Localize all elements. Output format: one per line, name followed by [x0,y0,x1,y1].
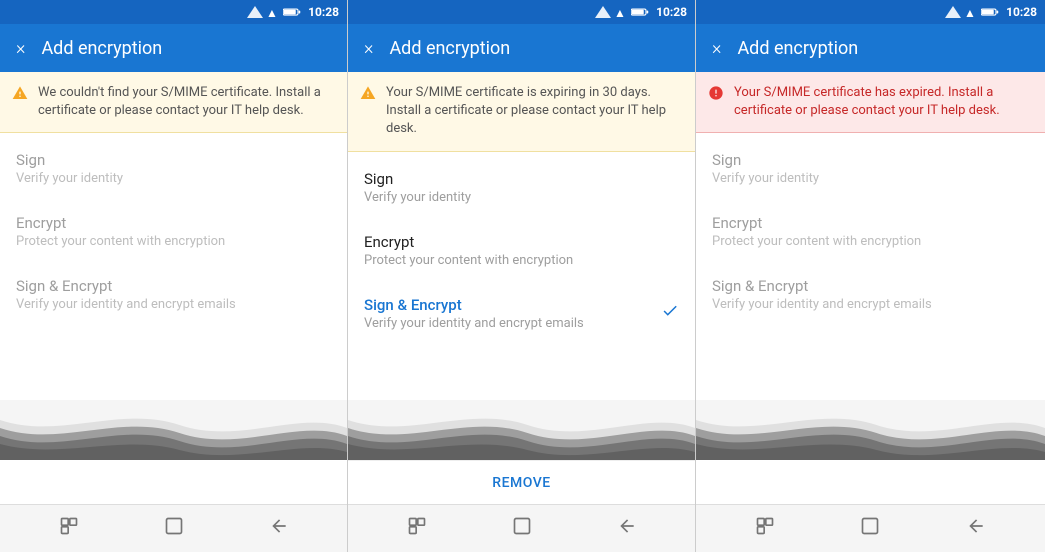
alert-banner: Your S/MIME certificate is expiring in 3… [348,72,695,152]
header-title: Add encryption [41,38,162,59]
svg-text:▲: ▲ [964,6,976,18]
status-icons: ▲ 10:28 [945,5,1037,19]
alert-banner: We couldn't find your S/MIME certificate… [0,72,347,133]
alert-text: Your S/MIME certificate has expired. Ins… [734,84,1033,120]
menu-item-1[interactable]: Encrypt Protect your content with encrypt… [348,219,695,282]
menu-list: Sign Verify your identity Encrypt Protect y… [348,152,695,400]
alert-text: We couldn't find your S/MIME certificate… [38,84,335,120]
signal-icon [595,6,611,18]
app-header: × Add encryption [348,24,695,72]
wave-divider [0,400,347,460]
home-icon[interactable] [852,508,888,549]
home-icon[interactable] [504,508,540,549]
remove-section: REMOVE [348,460,695,504]
wave-divider [696,400,1045,460]
alert-icon [12,85,28,107]
menu-item-title: Sign & Encrypt [364,296,679,314]
bottom-nav [696,504,1045,552]
menu-item-title: Encrypt [16,214,331,232]
menu-item-title: Encrypt [712,214,1029,232]
home-icon[interactable] [156,508,192,549]
close-button[interactable]: × [16,38,25,59]
signal-icon [247,6,263,18]
menu-item-0[interactable]: Sign Verify your identity [696,137,1045,200]
menu-item-subtitle: Verify your identity and encrypt emails [16,297,331,312]
menu-item-subtitle: Protect your content with encryption [712,234,1029,249]
menu-item-subtitle: Verify your identity and encrypt emails [364,316,679,331]
menu-item-title: Sign [712,151,1029,169]
recent-apps-icon[interactable] [747,508,783,549]
menu-item-2[interactable]: Sign & Encrypt Verify your identity and e… [348,282,695,345]
svg-text:▲: ▲ [614,6,626,18]
menu-item-1[interactable]: Encrypt Protect your content with encrypt… [696,200,1045,263]
close-button[interactable]: × [364,38,373,59]
alert-banner: Your S/MIME certificate has expired. Ins… [696,72,1045,133]
battery-icon [283,6,301,18]
wifi-icon: ▲ [614,6,628,18]
signal-icon [945,6,961,18]
menu-item-subtitle: Verify your identity [712,171,1029,186]
status-icons: ▲ 10:28 [595,5,687,19]
menu-item-subtitle: Verify your identity [16,171,331,186]
svg-text:▲: ▲ [266,6,278,18]
status-time: 10:28 [656,5,687,19]
wifi-icon: ▲ [964,6,978,18]
menu-item-subtitle: Verify your identity and encrypt emails [712,297,1029,312]
alert-icon [360,85,376,107]
menu-item-subtitle: Protect your content with encryption [16,234,331,249]
menu-item-subtitle: Verify your identity [364,190,679,205]
bottom-nav [348,504,695,552]
phone-panel-panel3: ▲ 10:28 × Add encryption Your S/MIME certi… [696,0,1045,552]
app-header: × Add encryption [0,24,347,72]
recent-apps-icon[interactable] [51,508,87,549]
header-title: Add encryption [389,38,510,59]
close-button[interactable]: × [712,38,721,59]
header-title: Add encryption [737,38,858,59]
battery-icon [631,6,649,18]
status-bar: ▲ 10:28 [696,0,1045,24]
menu-item-title: Sign [364,170,679,188]
menu-item-1[interactable]: Encrypt Protect your content with encrypt… [0,200,347,263]
wifi-icon: ▲ [266,6,280,18]
menu-item-title: Encrypt [364,233,679,251]
menu-item-title: Sign & Encrypt [712,277,1029,295]
status-time: 10:28 [1006,5,1037,19]
menu-item-title: Sign [16,151,331,169]
back-icon[interactable] [261,508,297,549]
remove-button[interactable]: REMOVE [492,475,550,491]
menu-item-2[interactable]: Sign & Encrypt Verify your identity and e… [0,263,347,326]
recent-apps-icon[interactable] [399,508,435,549]
menu-item-0[interactable]: Sign Verify your identity [0,137,347,200]
menu-list: Sign Verify your identity Encrypt Protect y… [696,133,1045,400]
menu-item-2[interactable]: Sign & Encrypt Verify your identity and e… [696,263,1045,326]
app-header: × Add encryption [696,24,1045,72]
status-icons: ▲ 10:28 [247,5,339,19]
status-bar: ▲ 10:28 [0,0,347,24]
bottom-nav [0,504,347,552]
menu-item-title: Sign & Encrypt [16,277,331,295]
battery-icon [981,6,999,18]
menu-item-subtitle: Protect your content with encryption [364,253,679,268]
phone-panel-panel1: ▲ 10:28 × Add encryption We couldn't find … [0,0,348,552]
status-time: 10:28 [308,5,339,19]
back-icon[interactable] [609,508,645,549]
alert-text: Your S/MIME certificate is expiring in 3… [386,84,683,139]
wave-divider [348,400,695,460]
menu-list: Sign Verify your identity Encrypt Protect y… [0,133,347,400]
remove-placeholder [0,460,347,504]
menu-item-0[interactable]: Sign Verify your identity [348,156,695,219]
phone-panel-panel2: ▲ 10:28 × Add encryption Your S/MIME certi… [348,0,696,552]
remove-placeholder [696,460,1045,504]
alert-icon [708,85,724,107]
checkmark-icon [661,302,679,325]
back-icon[interactable] [958,508,994,549]
status-bar: ▲ 10:28 [348,0,695,24]
